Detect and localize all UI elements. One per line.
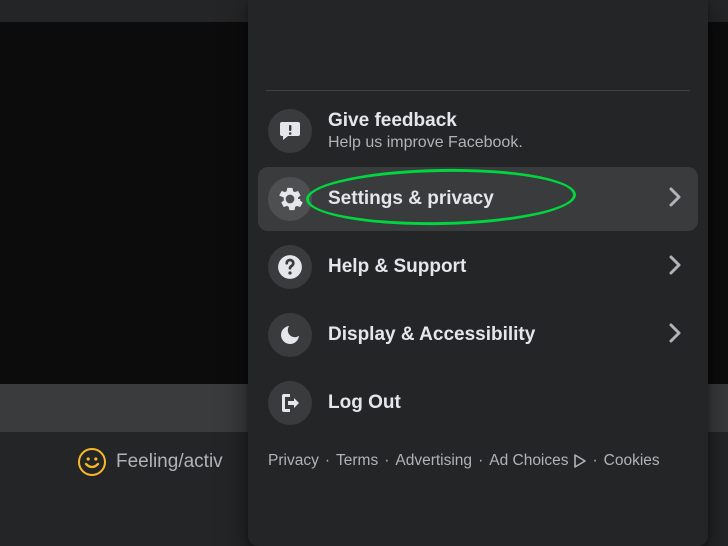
logout-icon xyxy=(268,381,312,425)
logout-title: Log Out xyxy=(328,392,688,414)
footer-terms-link[interactable]: Terms xyxy=(336,449,378,472)
gear-icon xyxy=(268,177,312,221)
question-icon xyxy=(268,245,312,289)
help-title: Help & Support xyxy=(328,256,652,278)
feeling-activity-label: Feeling/activ xyxy=(116,451,223,473)
give-feedback-item[interactable]: Give feedback Help us improve Facebook. xyxy=(258,99,698,163)
moon-icon xyxy=(268,313,312,357)
feedback-subtitle: Help us improve Facebook. xyxy=(328,134,688,152)
feedback-icon xyxy=(268,109,312,153)
settings-privacy-item[interactable]: Settings & privacy xyxy=(258,167,698,231)
chevron-right-icon xyxy=(668,253,682,282)
smiley-icon xyxy=(78,448,106,476)
display-accessibility-item[interactable]: Display & Accessibility xyxy=(258,303,698,367)
footer-links: Privacy · Terms · Advertising · Ad Choic… xyxy=(248,439,708,472)
logout-item[interactable]: Log Out xyxy=(258,371,698,435)
footer-cookies-link[interactable]: Cookies xyxy=(604,449,660,472)
divider xyxy=(266,90,690,91)
help-support-item[interactable]: Help & Support xyxy=(258,235,698,299)
footer-privacy-link[interactable]: Privacy xyxy=(268,449,319,472)
adchoices-icon xyxy=(573,454,587,468)
settings-title: Settings & privacy xyxy=(328,188,652,210)
feeling-activity-button[interactable]: Feeling/activ xyxy=(78,448,223,476)
account-dropdown-panel: Give feedback Help us improve Facebook. … xyxy=(248,0,708,546)
display-title: Display & Accessibility xyxy=(328,324,652,346)
chevron-right-icon xyxy=(668,185,682,214)
footer-adchoices-link[interactable]: Ad Choices xyxy=(489,449,568,472)
feedback-title: Give feedback xyxy=(328,110,688,132)
chevron-right-icon xyxy=(668,321,682,350)
footer-advertising-link[interactable]: Advertising xyxy=(395,449,472,472)
